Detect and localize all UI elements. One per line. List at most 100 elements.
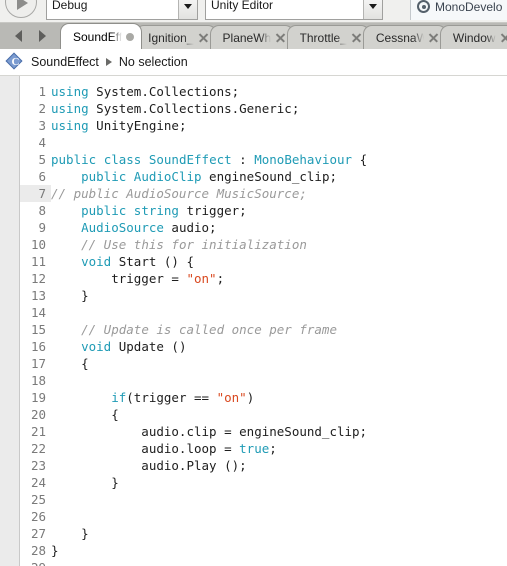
document-tab[interactable]: CessnaW	[362, 25, 447, 49]
code-line-content[interactable]: {	[51, 355, 507, 372]
document-tab[interactable]: PlaneWh	[209, 25, 294, 49]
code-line-content[interactable]: audio.Play ();	[51, 457, 507, 474]
line-number: 21	[30, 424, 46, 439]
code-token: // Update is called once per frame	[81, 322, 337, 337]
code-line[interactable]: 13 }	[20, 287, 507, 304]
close-icon[interactable]	[275, 32, 286, 43]
close-icon[interactable]	[351, 32, 362, 43]
code-line[interactable]: 16 void Update ()	[20, 338, 507, 355]
fold-margin[interactable]	[0, 76, 20, 566]
code-line[interactable]: 4	[20, 134, 507, 151]
document-tab[interactable]: Window	[439, 25, 507, 49]
code-line-content[interactable]: // Update is called once per frame	[51, 321, 507, 338]
breadcrumb-class[interactable]: SoundEffect	[31, 55, 99, 69]
code-token: AudioClip	[133, 169, 202, 184]
code-line[interactable]: 3 using UnityEngine;	[20, 117, 507, 134]
code-editor[interactable]: 1 using System.Collections; 2 using System.…	[0, 76, 507, 566]
code-line[interactable]: 15 // Update is called once per frame	[20, 321, 507, 338]
line-number: 16	[30, 339, 46, 354]
run-button[interactable]	[5, 0, 37, 18]
code-line[interactable]: 22 audio.loop = true;	[20, 440, 507, 457]
code-line[interactable]: 28}	[20, 542, 507, 559]
code-line-content[interactable]: audio.loop = true;	[51, 440, 507, 457]
code-line[interactable]: 2 using System.Collections.Generic;	[20, 100, 507, 117]
code-line[interactable]: 7// public AudioSource MusicSource;	[20, 185, 507, 202]
code-line[interactable]: 5 public class SoundEffect : MonoBehaviou…	[20, 151, 507, 168]
arrow-left-icon[interactable]	[14, 30, 22, 42]
code-line-content[interactable]: }	[51, 474, 507, 491]
close-icon[interactable]	[500, 32, 507, 43]
code-line[interactable]: 23 audio.Play ();	[20, 457, 507, 474]
code-line[interactable]: 18	[20, 372, 507, 389]
code-line-content[interactable]	[51, 508, 507, 525]
document-tab[interactable]: Throttle_	[286, 25, 370, 49]
code-line[interactable]: 9 AudioSource audio;	[20, 219, 507, 236]
code-line-content[interactable]	[51, 134, 507, 151]
code-line-content[interactable]: }	[51, 287, 507, 304]
chevron-down-icon[interactable]	[363, 0, 382, 19]
line-number: 11	[30, 254, 46, 269]
code-token: }	[51, 288, 89, 303]
code-line[interactable]: 14	[20, 304, 507, 321]
code-token: engineSound_clip;	[201, 169, 337, 184]
code-line[interactable]: 26	[20, 508, 507, 525]
code-token: string	[133, 203, 179, 218]
code-line-content[interactable]: public string trigger;	[51, 202, 507, 219]
code-line-content[interactable]: }	[51, 525, 507, 542]
code-line-content[interactable]: // public AudioSource MusicSource;	[51, 185, 507, 202]
code-token: (trigger ==	[126, 390, 217, 405]
code-line-content[interactable]: public class SoundEffect : MonoBehaviour…	[51, 151, 507, 168]
close-icon[interactable]	[198, 32, 209, 43]
code-line[interactable]: 17 {	[20, 355, 507, 372]
code-text-area[interactable]: 1 using System.Collections; 2 using System.…	[20, 76, 507, 566]
code-line[interactable]: 24 }	[20, 474, 507, 491]
configuration-dropdown[interactable]: Debug	[46, 0, 198, 20]
unsaved-changes-icon	[126, 32, 135, 41]
code-line[interactable]: 6 public AudioClip engineSound_clip;	[20, 168, 507, 185]
code-line-content[interactable]: using System.Collections.Generic;	[51, 100, 507, 117]
code-token: public	[51, 152, 97, 167]
code-line[interactable]: 10 // Use this for initialization	[20, 236, 507, 253]
code-line-content[interactable]	[51, 304, 507, 321]
target-dropdown[interactable]: Unity Editor	[205, 0, 383, 20]
line-number: 29	[20, 559, 51, 566]
code-line-content[interactable]: // Use this for initialization	[51, 236, 507, 253]
chevron-right-icon	[105, 58, 112, 66]
code-line-content[interactable]: trigger = "on";	[51, 270, 507, 287]
document-tab[interactable]: Ignition_	[135, 25, 217, 49]
code-line[interactable]: 19 if(trigger == "on")	[20, 389, 507, 406]
code-line-content[interactable]: void Update ()	[51, 338, 507, 355]
code-line-content[interactable]: if(trigger == "on")	[51, 389, 507, 406]
code-line-content[interactable]: }	[51, 542, 507, 559]
code-line-content[interactable]	[51, 372, 507, 389]
chevron-down-icon[interactable]	[178, 0, 197, 19]
code-line[interactable]: 11 void Start () {	[20, 253, 507, 270]
code-line-content[interactable]	[51, 559, 507, 566]
code-token: using	[51, 118, 89, 133]
code-line[interactable]: 12 trigger = "on";	[20, 270, 507, 287]
close-icon[interactable]	[428, 32, 439, 43]
code-line[interactable]: 8 public string trigger;	[20, 202, 507, 219]
line-number: 5	[38, 152, 46, 167]
code-line[interactable]: 25	[20, 491, 507, 508]
code-line-content[interactable]	[51, 491, 507, 508]
code-line[interactable]: 29	[20, 559, 507, 566]
code-token: ;	[216, 271, 225, 286]
code-line-content[interactable]: public AudioClip engineSound_clip;	[51, 168, 507, 185]
document-tab-label: SoundEff	[73, 29, 123, 44]
code-line-content[interactable]: void Start () {	[51, 253, 507, 270]
code-line[interactable]: 21 audio.clip = engineSound_clip;	[20, 423, 507, 440]
code-line-content[interactable]: AudioSource audio;	[51, 219, 507, 236]
code-line[interactable]: 27 }	[20, 525, 507, 542]
document-tab[interactable]: SoundEff	[60, 23, 143, 49]
code-line-content[interactable]: audio.clip = engineSound_clip;	[51, 423, 507, 440]
monodevelop-window-tab[interactable]: MonoDevelo	[410, 0, 507, 20]
code-line-content[interactable]: using UnityEngine;	[51, 117, 507, 134]
code-line-content[interactable]: {	[51, 406, 507, 423]
breadcrumb-member[interactable]: No selection	[119, 55, 188, 69]
code-line-content[interactable]: using System.Collections;	[51, 83, 507, 100]
code-line[interactable]: 1 using System.Collections;	[20, 83, 507, 100]
arrow-right-icon[interactable]	[38, 30, 46, 42]
code-line[interactable]: 20 {	[20, 406, 507, 423]
